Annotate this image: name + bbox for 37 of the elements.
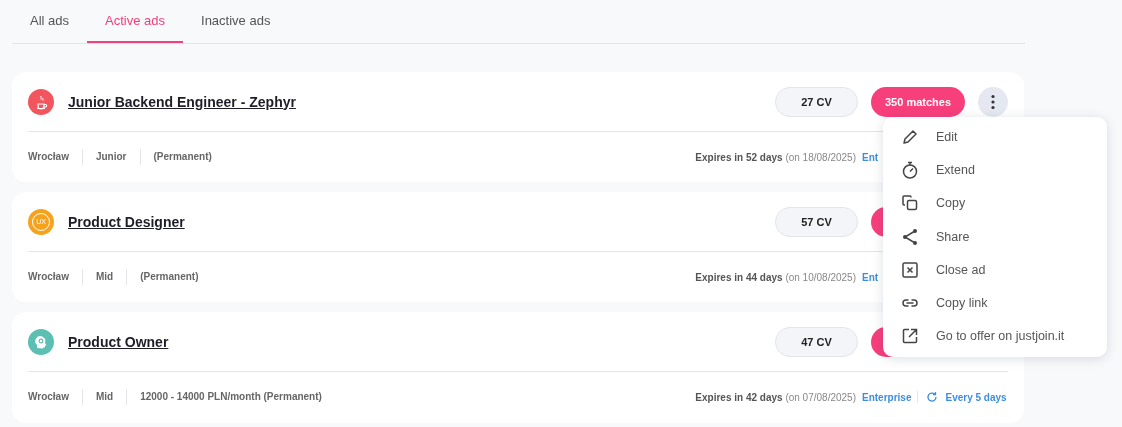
location-text: Wrocław — [28, 390, 70, 404]
job-title-link[interactable]: Junior Backend Engineer - Zephyr — [68, 93, 296, 110]
refresh-icon — [926, 391, 939, 403]
cv-count-button[interactable]: 57 CV — [775, 206, 858, 237]
menu-item[interactable]: Copy — [883, 186, 1107, 220]
contract-text: 12000 - 14000 PLN/month (Permanent) — [126, 389, 335, 405]
location-text: Wrocław — [28, 270, 70, 284]
expiry-text: Expires in 42 days (on 07/08/2025) — [695, 391, 856, 403]
cv-count-button[interactable]: 27 CV — [775, 86, 858, 117]
matches-button[interactable]: 350 matches — [871, 86, 965, 117]
menu-item[interactable]: Share — [883, 219, 1107, 254]
tab[interactable]: Inactive ads — [183, 0, 289, 43]
menu-item[interactable]: Go to offer on justjoin.it — [883, 319, 1107, 354]
job-title-link[interactable]: Product Designer — [68, 213, 185, 230]
more-options-button[interactable] — [978, 86, 1008, 117]
vertical-dots-icon — [991, 93, 995, 110]
contract-text: (Permanent) — [126, 269, 212, 285]
expiry-text: Expires in 52 days (on 18/08/2025) — [695, 151, 856, 163]
refresh-link[interactable]: Every 5 days — [917, 391, 1007, 403]
close-icon — [900, 259, 920, 280]
level-text: Mid — [81, 269, 127, 285]
level-text: Junior — [81, 149, 140, 165]
location-text: Wrocław — [28, 150, 70, 164]
menu-item[interactable]: Extend — [883, 153, 1107, 187]
contract-text: (Permanent) — [139, 149, 225, 165]
menu-item[interactable]: Close ad — [883, 253, 1107, 287]
expiry-text: Expires in 44 days (on 10/08/2025) — [695, 271, 856, 283]
plan-link[interactable]: Enterprise — [862, 391, 912, 403]
menu-item[interactable]: Copy link — [883, 286, 1107, 320]
cv-count-button[interactable]: 47 CV — [775, 326, 858, 357]
share-icon — [900, 226, 920, 247]
tab[interactable]: All ads — [12, 0, 88, 43]
level-text: Mid — [81, 389, 127, 405]
menu-item[interactable]: Edit — [883, 120, 1107, 154]
stopwatch-icon — [900, 159, 920, 180]
tab[interactable]: Active ads — [87, 0, 183, 43]
job-title-link[interactable]: Product Owner — [68, 333, 169, 350]
